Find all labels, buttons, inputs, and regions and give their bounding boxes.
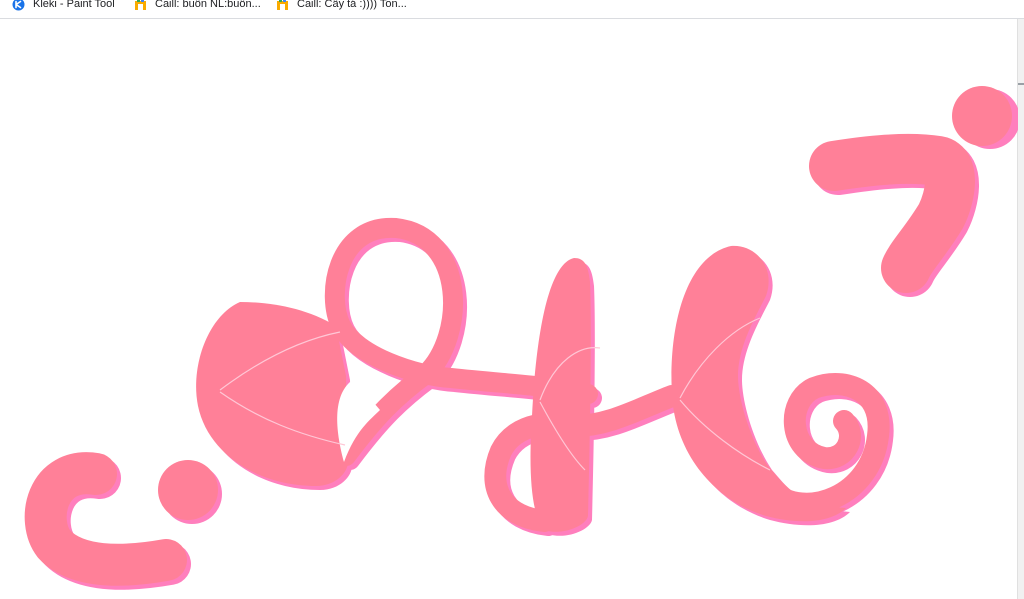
top-right-dot <box>952 86 1012 146</box>
pink-lettering-artwork <box>24 86 1018 590</box>
top-right-stroke <box>809 133 975 293</box>
vertical-scrollbar[interactable] <box>1017 19 1024 599</box>
scrollbar-thumb[interactable] <box>1018 83 1024 85</box>
bowl-fill <box>196 302 348 486</box>
tall-stem-fill <box>530 258 591 532</box>
left-dot <box>158 460 218 520</box>
left-curl-stroke <box>24 452 187 586</box>
